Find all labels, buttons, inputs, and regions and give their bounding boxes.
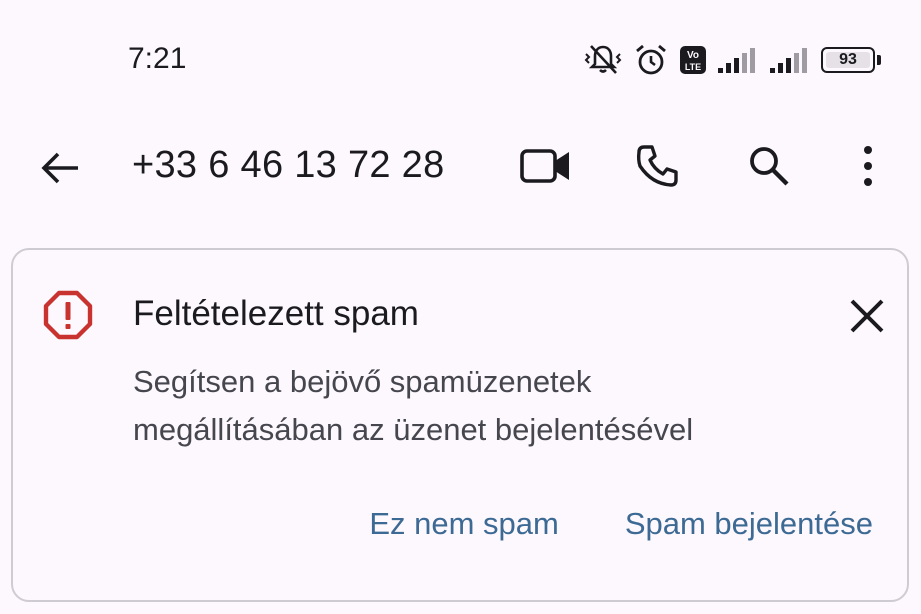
report-spam-button[interactable]: Spam bejelentése [625, 506, 873, 542]
description-line-2: megállításában az üzenet bejelentésével [133, 412, 694, 447]
spam-warning-card: Feltételezett spam Segítsen a bejövő spa… [11, 248, 909, 602]
spam-card-actions: Ez nem spam Spam bejelentése [369, 506, 873, 542]
alarm-icon [633, 42, 669, 78]
battery-level-text: 93 [839, 51, 857, 68]
back-button[interactable] [30, 138, 90, 198]
warning-octagon-icon [43, 290, 93, 340]
vibrate-off-icon [583, 42, 623, 78]
status-time: 7:21 [128, 42, 187, 75]
not-spam-button[interactable]: Ez nem spam [369, 506, 559, 542]
signal-icon [717, 46, 759, 74]
search-icon [750, 147, 789, 186]
conversation-title: +33 6 46 13 72 28 [132, 144, 445, 186]
back-arrow-icon [41, 152, 78, 184]
more-options-button[interactable] [836, 134, 900, 198]
phone-call-button[interactable] [626, 134, 690, 198]
status-bar: 7:21 Vo LTE 93 [0, 0, 921, 120]
signal-icon [769, 46, 811, 74]
description-line-1: Segítsen a bejövő spamüzenetek [133, 364, 592, 399]
battery-icon: 93 [821, 47, 881, 73]
spam-card-description: Segítsen a bejövő spamüzenetek megállítá… [133, 358, 833, 454]
svg-text:Vo: Vo [687, 50, 699, 61]
search-button[interactable] [737, 134, 801, 198]
phone-icon [636, 145, 678, 187]
video-call-icon [520, 149, 569, 183]
svg-text:LTE: LTE [685, 62, 701, 72]
volte-icon: Vo LTE [679, 45, 707, 75]
top-app-bar: +33 6 46 13 72 28 [0, 120, 921, 210]
spam-card-title: Feltételezett spam [133, 294, 419, 333]
close-icon [850, 299, 884, 333]
status-icons: Vo LTE 93 [583, 40, 881, 80]
more-vert-icon [864, 146, 872, 186]
video-call-button[interactable] [514, 134, 578, 198]
close-card-button[interactable] [841, 290, 893, 342]
